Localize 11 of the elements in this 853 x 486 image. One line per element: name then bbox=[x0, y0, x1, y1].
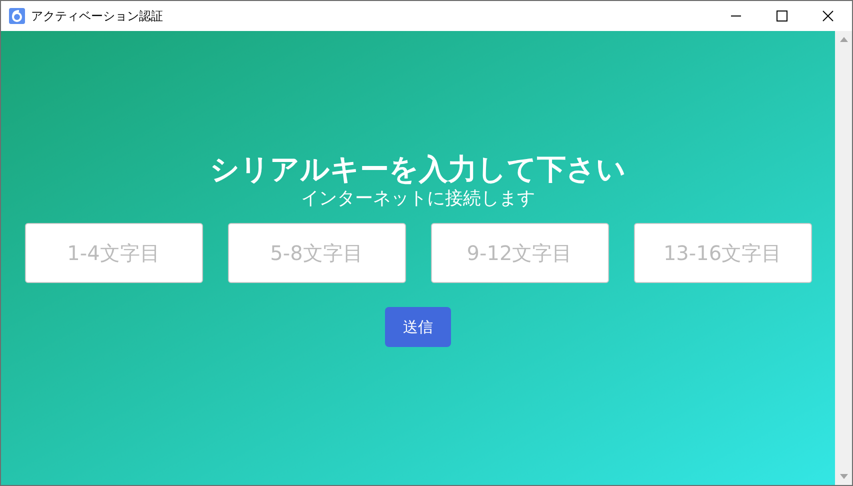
serial-key-field[interactable]: 9-12文字目 bbox=[430, 223, 608, 283]
maximize-icon[interactable] bbox=[776, 10, 788, 22]
app-icon bbox=[9, 8, 25, 24]
serial-key-field[interactable]: 5-8文字目 bbox=[228, 223, 406, 283]
submit-button[interactable]: 送信 bbox=[385, 307, 451, 347]
serial-key-field[interactable]: 1-4文字目 bbox=[24, 223, 202, 283]
close-icon[interactable] bbox=[822, 10, 834, 22]
subheading: インターネットに接続します bbox=[301, 187, 535, 211]
serial-key-field[interactable]: 13-16文字目 bbox=[634, 223, 812, 283]
window-title: アクティベーション認証 bbox=[31, 8, 163, 25]
heading: シリアルキーを入力して下さい bbox=[210, 151, 626, 187]
